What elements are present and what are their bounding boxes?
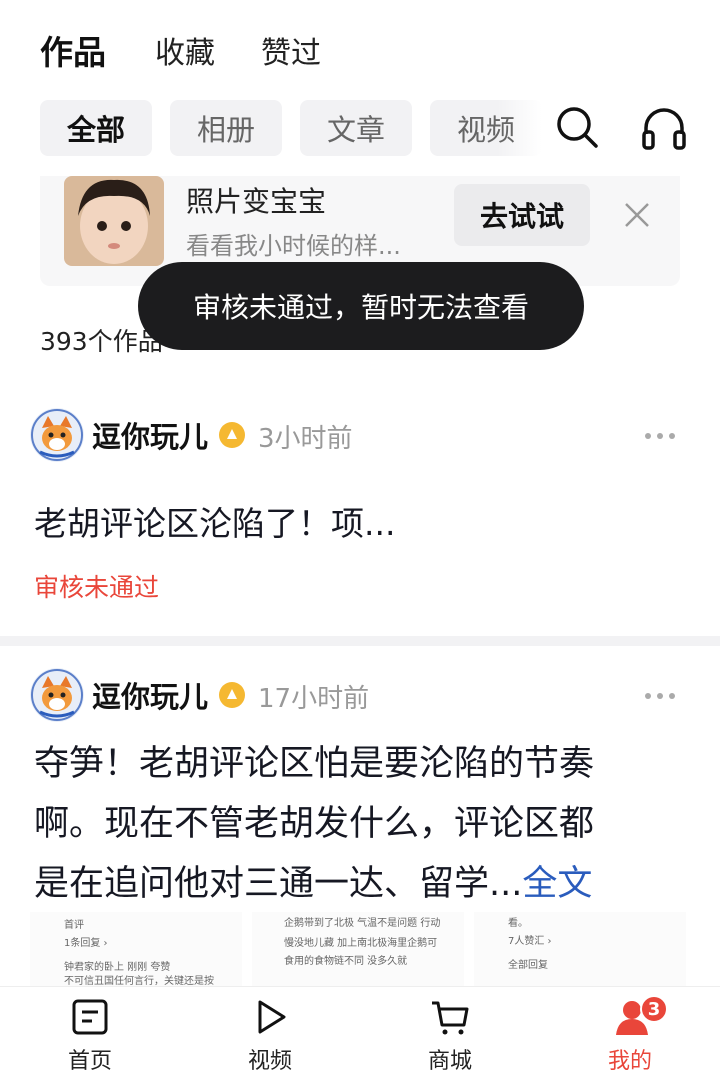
search-icon[interactable]: [552, 102, 604, 154]
image-text: 看。: [508, 918, 528, 929]
post-image[interactable]: 看。 7人赞汇 › 全部回复: [474, 912, 686, 986]
nav-label: 视频: [247, 1049, 292, 1074]
verified-badge-icon: [219, 682, 246, 708]
cart-icon: [432, 1001, 469, 1035]
image-text: 7人赞汇 ›: [508, 936, 552, 947]
full-text-link[interactable]: 全文: [522, 864, 592, 904]
tab-works[interactable]: 作品: [40, 26, 106, 74]
post-text-line: 是在追问他对三通一达、留学...全文: [34, 854, 684, 914]
post-text[interactable]: 夺笋！老胡评论区怕是要沦陷的节奏 啊。现在不管老胡发什么，评论区都 是在追问他对…: [34, 734, 684, 914]
profile-tabs: 作品 收藏 赞过: [0, 0, 720, 96]
image-text: 企鹅带到了北极 气温不是问题 行动: [284, 918, 441, 929]
filter-row: 全部 相册 文章 视频: [0, 98, 720, 158]
post-text[interactable]: 老胡评论区沦陷了！项...: [34, 496, 395, 552]
more-icon[interactable]: [642, 684, 678, 708]
filter-album[interactable]: 相册: [170, 100, 282, 156]
promo-title: 照片变宝宝: [186, 185, 327, 218]
post-header: 逗你玩儿 17小时前: [30, 668, 690, 724]
review-status: 审核未通过: [34, 573, 160, 602]
post-images: 首评 1条回复 › 钟君家的卧上 刚刚 夸赞 不可信丑国任何言行，关键还是按 企…: [30, 912, 690, 986]
notification-badge: 3: [640, 995, 668, 1023]
post-time: 17小时前: [258, 684, 370, 714]
image-text: 首评: [64, 920, 84, 931]
post-header: 逗你玩儿 3小时前: [30, 408, 690, 464]
nav-label: 我的: [607, 1049, 652, 1074]
image-text: 钟君家的卧上 刚刚 夸赞: [64, 962, 171, 973]
author-name[interactable]: 逗你玩儿: [92, 674, 208, 716]
filter-video[interactable]: 视频: [430, 100, 542, 156]
image-text: 1条回复 ›: [64, 938, 108, 949]
toast-message: 审核未通过，暂时无法查看: [138, 262, 584, 350]
avatar[interactable]: [30, 668, 84, 722]
image-text: 不可信丑国任何言行，关键还是按: [64, 976, 214, 986]
close-icon[interactable]: [620, 198, 654, 232]
nav-mall[interactable]: 商城: [390, 987, 510, 1082]
nav-video[interactable]: 视频: [210, 987, 330, 1082]
filter-article[interactable]: 文章: [300, 100, 412, 156]
promo-subtitle: 看看我小时候的样...: [186, 232, 401, 260]
avatar[interactable]: [30, 408, 84, 462]
image-text: 慢没地儿藏 加上南北极海里企鹅可: [284, 938, 438, 949]
image-text: 全部回复: [508, 960, 548, 971]
nav-home[interactable]: 首页: [30, 987, 150, 1082]
post-image[interactable]: 企鹅带到了北极 气温不是问题 行动 慢没地儿藏 加上南北极海里企鹅可 食用的食物…: [252, 912, 464, 986]
headphones-icon[interactable]: [638, 102, 690, 154]
nav-me[interactable]: 3 我的: [570, 987, 690, 1082]
play-icon: [258, 1000, 286, 1034]
more-icon[interactable]: [642, 424, 678, 448]
post-image[interactable]: 首评 1条回复 › 钟君家的卧上 刚刚 夸赞 不可信丑国任何言行，关键还是按: [30, 912, 242, 986]
nav-label: 首页: [67, 1049, 112, 1074]
post-text-line: 夺笋！老胡评论区怕是要沦陷的节奏: [34, 744, 595, 784]
post-text-fragment: 是在追问他对三通一达、留学...: [34, 864, 523, 904]
try-button[interactable]: 去试试: [454, 184, 590, 246]
filter-all[interactable]: 全部: [40, 100, 152, 156]
tab-liked[interactable]: 赞过: [261, 28, 321, 72]
author-name[interactable]: 逗你玩儿: [92, 414, 208, 456]
nav-label: 商城: [427, 1049, 472, 1074]
child-photo: [64, 176, 164, 266]
post-time: 3小时前: [258, 424, 353, 454]
verified-badge-icon: [219, 422, 246, 448]
post-text-line: 啊。现在不管老胡发什么，评论区都: [34, 804, 595, 844]
bottom-nav: 首页 视频 商城 3 我的: [0, 986, 720, 1082]
divider: [0, 636, 720, 646]
home-icon: [72, 999, 108, 1035]
tab-favorites[interactable]: 收藏: [155, 28, 215, 72]
image-text: 食用的食物链不同 没多久就: [284, 956, 408, 967]
